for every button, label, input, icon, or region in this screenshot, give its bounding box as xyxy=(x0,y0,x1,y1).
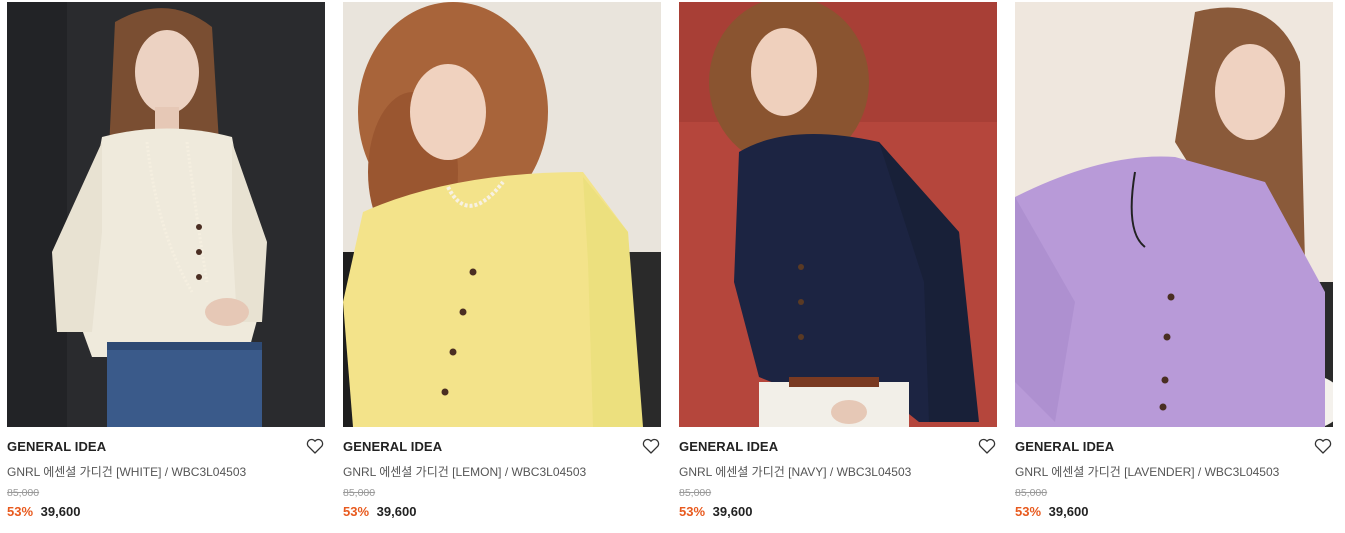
sale-price: 39,600 xyxy=(712,504,753,519)
original-price: 85,000 xyxy=(1015,487,1048,499)
product-image[interactable] xyxy=(7,2,325,427)
sale-price: 39,600 xyxy=(1048,504,1089,519)
product-image[interactable] xyxy=(1015,2,1333,427)
discount-rate: 53% xyxy=(343,504,370,519)
heart-outline-icon[interactable] xyxy=(641,436,661,456)
sale-price: 39,600 xyxy=(40,504,81,519)
original-price: 85,000 xyxy=(7,487,40,499)
product-card[interactable]: GENERAL IDEA GNRL 에센셜 가디건 [NAVY] / WBC3L… xyxy=(679,2,997,531)
product-image[interactable] xyxy=(679,2,997,427)
product-image[interactable] xyxy=(343,2,661,427)
price-row: 53% 39,600 xyxy=(679,504,752,519)
discount-rate: 53% xyxy=(1015,504,1042,519)
price-row: 53% 39,600 xyxy=(1015,504,1088,519)
original-price: 85,000 xyxy=(343,487,376,499)
price-row: 53% 39,600 xyxy=(343,504,416,519)
heart-outline-icon[interactable] xyxy=(305,436,325,456)
product-grid: GENERAL IDEA GNRL 에센셜 가디건 [WHITE] / WBC3… xyxy=(0,0,1345,533)
product-name[interactable]: GNRL 에센셜 가디건 [WHITE] / WBC3L04503 xyxy=(7,463,246,480)
product-card[interactable]: GENERAL IDEA GNRL 에센셜 가디건 [WHITE] / WBC3… xyxy=(7,2,325,531)
brand-name[interactable]: GENERAL IDEA xyxy=(343,439,442,454)
discount-rate: 53% xyxy=(7,504,34,519)
brand-name[interactable]: GENERAL IDEA xyxy=(7,439,106,454)
product-info: GENERAL IDEA GNRL 에센셜 가디건 [NAVY] / WBC3L… xyxy=(679,427,997,531)
discount-rate: 53% xyxy=(679,504,706,519)
heart-outline-icon[interactable] xyxy=(977,436,997,456)
heart-outline-icon[interactable] xyxy=(1313,436,1333,456)
product-info: GENERAL IDEA GNRL 에센셜 가디건 [WHITE] / WBC3… xyxy=(7,427,325,531)
product-info: GENERAL IDEA GNRL 에센셜 가디건 [LEMON] / WBC3… xyxy=(343,427,661,531)
product-name[interactable]: GNRL 에센셜 가디건 [LEMON] / WBC3L04503 xyxy=(343,463,586,480)
price-row: 53% 39,600 xyxy=(7,504,80,519)
product-name[interactable]: GNRL 에센셜 가디건 [NAVY] / WBC3L04503 xyxy=(679,463,911,480)
product-card[interactable]: GENERAL IDEA GNRL 에센셜 가디건 [LAVENDER] / W… xyxy=(1015,2,1333,531)
original-price: 85,000 xyxy=(679,487,712,499)
brand-name[interactable]: GENERAL IDEA xyxy=(679,439,778,454)
sale-price: 39,600 xyxy=(376,504,417,519)
product-name[interactable]: GNRL 에센셜 가디건 [LAVENDER] / WBC3L04503 xyxy=(1015,463,1279,480)
product-card[interactable]: GENERAL IDEA GNRL 에센셜 가디건 [LEMON] / WBC3… xyxy=(343,2,661,531)
brand-name[interactable]: GENERAL IDEA xyxy=(1015,439,1114,454)
product-info: GENERAL IDEA GNRL 에센셜 가디건 [LAVENDER] / W… xyxy=(1015,427,1333,531)
